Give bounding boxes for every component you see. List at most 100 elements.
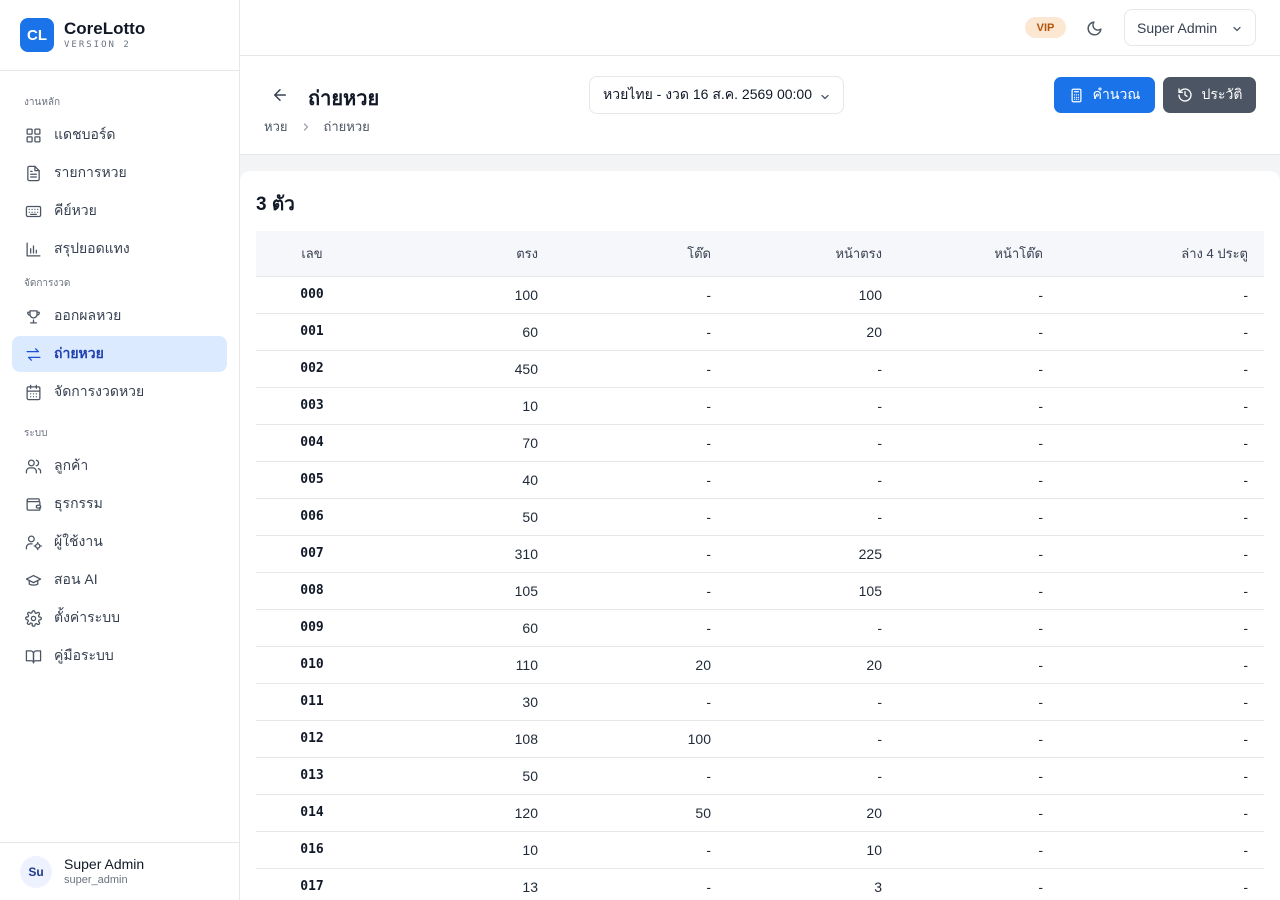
table-row[interactable]: 016 10 - 10 - - bbox=[256, 831, 1264, 868]
table-row[interactable]: 003 10 - - - - bbox=[256, 387, 1264, 424]
sidebar-item[interactable]: จัดการงวดหวย bbox=[12, 374, 227, 410]
number-cell: 016 bbox=[300, 842, 324, 857]
table-row[interactable]: 008 105 - 105 - - bbox=[256, 572, 1264, 609]
table-row[interactable]: 007 310 - 225 - - bbox=[256, 535, 1264, 572]
table-row[interactable]: 010 110 20 20 - - bbox=[256, 646, 1264, 683]
sidebar-item[interactable]: ถ่ายหวย bbox=[12, 336, 227, 372]
user-menu-dropdown[interactable]: Super Admin bbox=[1124, 9, 1256, 46]
sidebar-item-label: ตั้งค่าระบบ bbox=[54, 609, 120, 625]
sidebar-item-label: ออกผลหวย bbox=[54, 307, 122, 323]
amount-cell: 105 bbox=[514, 582, 538, 599]
draw-select-value: หวยไทย - งวด 16 ส.ค. 2569 00:00 bbox=[603, 86, 812, 102]
sidebar-item[interactable]: คีย์หวย bbox=[12, 193, 227, 229]
amount-cell: - bbox=[877, 471, 882, 488]
sidebar-item[interactable]: ตั้งค่าระบบ bbox=[12, 600, 227, 636]
amount-cell: - bbox=[706, 471, 711, 488]
amount-cell: 100 bbox=[858, 286, 882, 303]
amount-cell: - bbox=[1243, 397, 1248, 414]
calendar-icon bbox=[24, 383, 42, 401]
amount-cell: - bbox=[877, 767, 882, 784]
breadcrumb-item-lotto[interactable]: หวย bbox=[264, 116, 288, 137]
table-row[interactable]: 012 108 100 - - - bbox=[256, 720, 1264, 757]
table-row[interactable]: 014 120 50 20 - - bbox=[256, 794, 1264, 831]
table-row[interactable]: 009 60 - - - - bbox=[256, 609, 1264, 646]
column-header: หน้าโต๊ด bbox=[898, 231, 1059, 277]
amount-cell: - bbox=[1243, 286, 1248, 303]
amount-cell: - bbox=[1038, 804, 1043, 821]
sidebar-item[interactable]: สอน AI bbox=[12, 562, 227, 598]
amount-cell: - bbox=[1243, 841, 1248, 858]
sidebar-item[interactable]: แดชบอร์ด bbox=[12, 117, 227, 153]
back-arrow-icon[interactable] bbox=[269, 84, 291, 106]
sidebar-item[interactable]: รายการหวย bbox=[12, 155, 227, 191]
amount-cell: 50 bbox=[522, 508, 538, 525]
table-row[interactable]: 011 30 - - - - bbox=[256, 683, 1264, 720]
table-row[interactable]: 004 70 - - - - bbox=[256, 424, 1264, 461]
amount-cell: - bbox=[1038, 841, 1043, 858]
number-cell: 001 bbox=[300, 324, 324, 339]
sidebar-item[interactable]: คู่มือระบบ bbox=[12, 638, 227, 674]
amount-cell: - bbox=[877, 434, 882, 451]
table-row[interactable]: 013 50 - - - - bbox=[256, 757, 1264, 794]
amount-cell: 40 bbox=[522, 471, 538, 488]
payout-table: เลข ตรง โต๊ด หน้าตรง หน้าโต๊ด ล่าง 4 ประตู 00… bbox=[256, 231, 1264, 900]
sidebar-user[interactable]: Su Super Admin super_admin bbox=[0, 842, 239, 900]
sidebar-item-label: ถ่ายหวย bbox=[54, 345, 104, 361]
moon-icon[interactable] bbox=[1083, 17, 1105, 39]
sidebar-item-label: ผู้ใช้งาน bbox=[54, 533, 103, 549]
amount-cell: - bbox=[1243, 693, 1248, 710]
table-row[interactable]: 017 13 - 3 - - bbox=[256, 868, 1264, 900]
history-button-label: ประวัติ bbox=[1201, 86, 1243, 102]
amount-cell: - bbox=[1243, 323, 1248, 340]
topbar: VIP Super Admin bbox=[240, 0, 1280, 56]
calculate-button[interactable]: คำนวณ bbox=[1054, 77, 1155, 113]
history-icon bbox=[1177, 87, 1193, 103]
three-digit-card: 3 ตัว เลข ตรง โต๊ด หน้าตรง หน้าโต๊ด ล่าง 4 ปร… bbox=[240, 171, 1280, 900]
amount-cell: 225 bbox=[858, 545, 882, 562]
amount-cell: - bbox=[1038, 360, 1043, 377]
table-row[interactable]: 000 100 - 100 - - bbox=[256, 276, 1264, 313]
amount-cell: 105 bbox=[858, 582, 882, 599]
amount-cell: - bbox=[706, 434, 711, 451]
history-button[interactable]: ประวัติ bbox=[1163, 77, 1256, 113]
draw-select[interactable]: หวยไทย - งวด 16 ส.ค. 2569 00:00 bbox=[589, 76, 844, 114]
amount-cell: - bbox=[706, 693, 711, 710]
bar-chart-icon bbox=[24, 240, 42, 258]
chevron-right-icon bbox=[300, 121, 312, 133]
table-row[interactable]: 002 450 - - - - bbox=[256, 350, 1264, 387]
amount-cell: - bbox=[706, 767, 711, 784]
sidebar-item[interactable]: สรุปยอดแทง bbox=[12, 231, 227, 267]
amount-cell: 30 bbox=[522, 693, 538, 710]
amount-cell: 20 bbox=[695, 656, 711, 673]
trophy-icon bbox=[24, 307, 42, 325]
table-row[interactable]: 001 60 - 20 - - bbox=[256, 313, 1264, 350]
table-row[interactable]: 006 50 - - - - bbox=[256, 498, 1264, 535]
amount-cell: - bbox=[877, 693, 882, 710]
amount-cell: 10 bbox=[866, 841, 882, 858]
table-row[interactable]: 005 40 - - - - bbox=[256, 461, 1264, 498]
number-cell: 008 bbox=[300, 583, 324, 598]
card-title: 3 ตัว bbox=[256, 194, 295, 215]
app-logo[interactable]: CL bbox=[20, 18, 54, 52]
avatar: Su bbox=[20, 855, 52, 888]
amount-cell: - bbox=[1038, 693, 1043, 710]
amount-cell: 108 bbox=[514, 730, 538, 747]
sidebar-item[interactable]: ลูกค้า bbox=[12, 448, 227, 484]
column-header: หน้าตรง bbox=[727, 231, 898, 277]
amount-cell: - bbox=[706, 286, 711, 303]
amount-cell: - bbox=[1243, 545, 1248, 562]
sidebar-item-label: สอน AI bbox=[54, 571, 98, 587]
sidebar-item-label: สรุปยอดแทง bbox=[54, 240, 130, 256]
amount-cell: 10 bbox=[522, 397, 538, 414]
sidebar-item-label: รายการหวย bbox=[54, 164, 127, 180]
amount-cell: - bbox=[1243, 434, 1248, 451]
sidebar-item[interactable]: ออกผลหวย bbox=[12, 298, 227, 334]
number-cell: 017 bbox=[300, 879, 324, 894]
user-menu-label: Super Admin bbox=[1137, 19, 1218, 36]
sidebar-item-label: คีย์หวย bbox=[54, 202, 97, 218]
amount-cell: - bbox=[1038, 656, 1043, 673]
sidebar-item[interactable]: ธุรกรรม bbox=[12, 486, 227, 522]
amount-cell: - bbox=[1038, 508, 1043, 525]
user-name: Super Admin bbox=[64, 856, 145, 872]
sidebar-item[interactable]: ผู้ใช้งาน bbox=[12, 524, 227, 560]
